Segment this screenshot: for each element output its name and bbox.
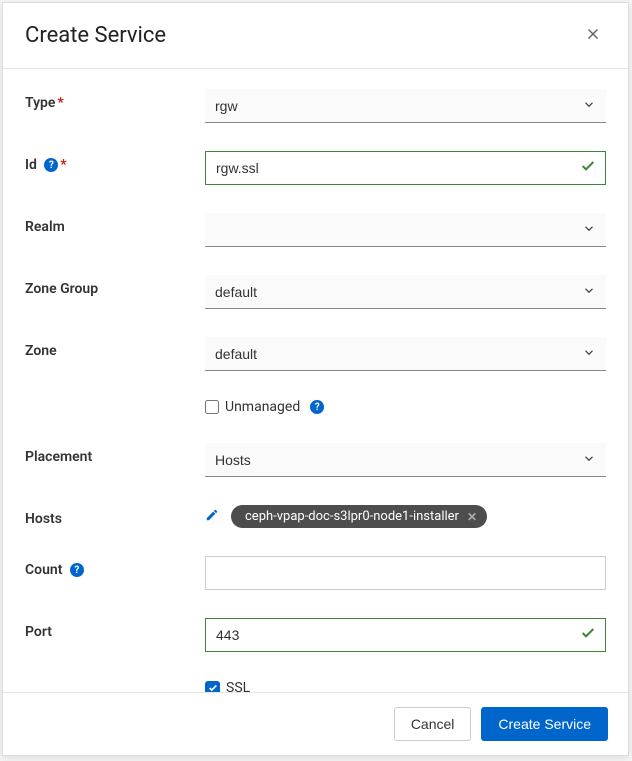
zone-label: Zone [25, 337, 205, 359]
hosts-row: Hosts ceph-vpap-doc-s3lpr0-node1-install… [25, 505, 606, 528]
zone-group-label: Zone Group [25, 275, 205, 297]
help-icon[interactable]: ? [70, 563, 84, 577]
count-input[interactable] [205, 556, 606, 590]
required-indicator: * [60, 157, 66, 173]
realm-select-wrap [205, 213, 606, 247]
id-input-wrap [205, 151, 606, 185]
placement-row: Placement Hosts [25, 443, 606, 477]
help-icon[interactable]: ? [44, 158, 58, 172]
realm-label: Realm [25, 213, 205, 235]
required-indicator: * [57, 95, 63, 111]
close-icon [584, 31, 602, 46]
type-select[interactable]: rgw [205, 89, 606, 123]
unmanaged-row: Unmanaged ? [25, 399, 606, 415]
type-select-wrap: rgw [205, 89, 606, 123]
modal-title: Create Service [25, 23, 166, 48]
modal-body[interactable]: Type* rgw Id ?* [3, 69, 628, 692]
type-row: Type* rgw [25, 89, 606, 123]
help-icon[interactable]: ? [310, 400, 324, 414]
ssl-checkbox-wrap: SSL [205, 680, 606, 692]
zone-select[interactable]: default [205, 337, 606, 371]
cancel-button[interactable]: Cancel [394, 707, 472, 741]
ssl-checkbox[interactable] [205, 681, 220, 693]
port-label: Port [25, 618, 205, 640]
zone-group-select-wrap: default [205, 275, 606, 309]
close-button[interactable] [580, 21, 606, 50]
placement-label: Placement [25, 443, 205, 465]
zone-group-row: Zone Group default [25, 275, 606, 309]
modal-footer: Cancel Create Service [3, 692, 628, 755]
ssl-label: SSL [226, 680, 250, 692]
unmanaged-checkbox[interactable] [205, 400, 219, 414]
id-input[interactable] [205, 151, 606, 185]
placement-select[interactable]: Hosts [205, 443, 606, 477]
zone-group-select[interactable]: default [205, 275, 606, 309]
count-row: Count ? [25, 556, 606, 590]
type-label: Type* [25, 89, 205, 111]
zone-row: Zone default [25, 337, 606, 371]
unmanaged-checkbox-wrap: Unmanaged ? [205, 399, 606, 415]
realm-select[interactable] [205, 213, 606, 247]
id-row: Id ?* [25, 151, 606, 185]
create-service-button[interactable]: Create Service [481, 707, 608, 741]
port-input[interactable] [205, 618, 606, 652]
pencil-icon[interactable] [205, 507, 219, 526]
ssl-row: SSL [25, 680, 606, 692]
hosts-label: Hosts [25, 505, 205, 527]
host-tag-label: ceph-vpap-doc-s3lpr0-node1-installer [245, 509, 459, 524]
unmanaged-label: Unmanaged [225, 399, 300, 415]
modal-header: Create Service [3, 3, 628, 69]
realm-row: Realm [25, 213, 606, 247]
remove-icon[interactable]: ✕ [467, 510, 477, 524]
port-row: Port [25, 618, 606, 652]
hosts-wrap: ceph-vpap-doc-s3lpr0-node1-installer ✕ [205, 505, 606, 528]
count-label: Count ? [25, 556, 205, 578]
id-label: Id ?* [25, 151, 205, 173]
zone-select-wrap: default [205, 337, 606, 371]
placement-select-wrap: Hosts [205, 443, 606, 477]
create-service-modal: Create Service Type* rgw [2, 2, 629, 756]
host-tag: ceph-vpap-doc-s3lpr0-node1-installer ✕ [231, 505, 487, 528]
